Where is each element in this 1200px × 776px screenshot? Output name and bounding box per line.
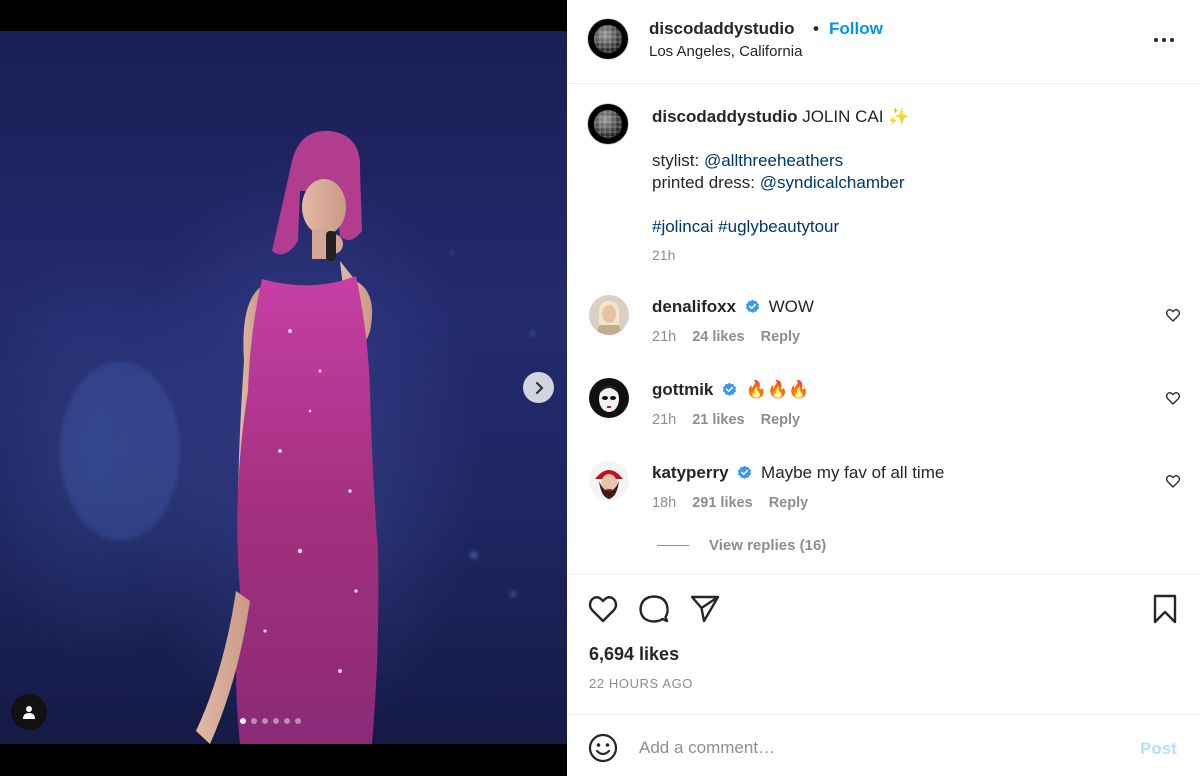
- comments-section[interactable]: discodaddystudio JOLIN CAI ✨ stylist: @a…: [567, 85, 1200, 574]
- post-header: discodaddystudio • Follow Los Angeles, C…: [567, 0, 1200, 84]
- comment-reply-button[interactable]: Reply: [761, 329, 801, 345]
- comment-reply-button[interactable]: Reply: [769, 495, 809, 511]
- comment-item: denalifoxx WOW 21h 24 likes Reply: [567, 295, 1200, 365]
- commenter-avatar[interactable]: [589, 461, 629, 501]
- more-options-button[interactable]: [1153, 30, 1175, 50]
- caption-timestamp[interactable]: 21h: [652, 247, 675, 263]
- smiley-icon: [588, 733, 618, 763]
- bookmark-icon: [1153, 594, 1177, 624]
- caption-title: JOLIN CAI: [802, 107, 884, 126]
- heart-icon: [588, 596, 618, 623]
- like-button[interactable]: [587, 593, 619, 625]
- caption-avatar[interactable]: [587, 103, 629, 145]
- post-details-panel: discodaddystudio • Follow Los Angeles, C…: [567, 0, 1200, 776]
- tagged-users-button[interactable]: [11, 694, 47, 730]
- comment-like-heart-icon[interactable]: [1165, 473, 1181, 489]
- comment-like-heart-icon[interactable]: [1165, 307, 1181, 323]
- comment-likes[interactable]: 21 likes: [692, 412, 744, 428]
- header-separator: •: [813, 19, 819, 38]
- performer-illustration: [196, 130, 379, 744]
- hashtag-uglybeautytour[interactable]: #uglybeautytour: [718, 217, 839, 236]
- comment-input[interactable]: [639, 733, 1119, 763]
- share-button[interactable]: [689, 593, 721, 625]
- post-media: [0, 0, 567, 776]
- dress-label: printed dress:: [652, 173, 755, 192]
- author-username[interactable]: discodaddystudio: [649, 19, 794, 39]
- user-icon: [23, 706, 35, 719]
- comment-username[interactable]: gottmik: [652, 380, 713, 399]
- chevron-right-icon: [535, 381, 543, 394]
- comment-composer: Post: [567, 714, 1200, 776]
- emoji-picker-button[interactable]: [588, 733, 618, 763]
- carousel-indicator: [240, 718, 301, 724]
- comment-text: Maybe my fav of all time: [761, 463, 945, 482]
- follow-button[interactable]: Follow: [829, 19, 883, 39]
- comment-time[interactable]: 18h: [652, 495, 676, 511]
- comment-text: 🔥🔥🔥: [745, 380, 810, 399]
- carousel-next-button[interactable]: [523, 372, 554, 403]
- comment-reply-button[interactable]: Reply: [761, 412, 801, 428]
- carousel-dot: [262, 718, 268, 724]
- paper-plane-icon: [690, 595, 720, 623]
- comment-bubble-icon: [639, 595, 669, 623]
- more-horizontal-icon: [1154, 38, 1174, 42]
- view-replies-button[interactable]: View replies (16): [657, 537, 826, 554]
- post-actions: 6,694 likes 22 HOURS AGO: [567, 574, 1200, 714]
- likes-count[interactable]: 6,694 likes: [589, 644, 679, 665]
- carousel-dot: [284, 718, 290, 724]
- comment-text: WOW: [768, 297, 814, 316]
- hashtag-jolincai[interactable]: #jolincai: [652, 217, 713, 236]
- carousel-dot: [251, 718, 257, 724]
- post-timestamp[interactable]: 22 HOURS AGO: [589, 676, 693, 691]
- dress-mention[interactable]: @syndicalchamber: [760, 173, 905, 192]
- commenter-avatar[interactable]: [589, 295, 629, 335]
- stylist-mention[interactable]: @allthreeheathers: [704, 151, 843, 170]
- save-button[interactable]: [1149, 593, 1181, 625]
- carousel-dot: [295, 718, 301, 724]
- view-replies-label: View replies (16): [709, 537, 827, 554]
- commenter-avatar[interactable]: [589, 378, 629, 418]
- author-avatar[interactable]: [587, 18, 629, 60]
- comment-username[interactable]: denalifoxx: [652, 297, 736, 316]
- comment-username[interactable]: katyperry: [652, 463, 729, 482]
- comment-likes[interactable]: 291 likes: [692, 495, 752, 511]
- post-location[interactable]: Los Angeles, California: [649, 43, 802, 60]
- comment-like-heart-icon[interactable]: [1165, 390, 1181, 406]
- comment-likes[interactable]: 24 likes: [692, 329, 744, 345]
- stylist-label: stylist:: [652, 151, 700, 170]
- carousel-dot: [240, 718, 246, 724]
- post-photo: [0, 31, 567, 744]
- comment-item: katyperry Maybe my fav of all time 18h 2…: [567, 461, 1200, 531]
- carousel-dot: [273, 718, 279, 724]
- comment-button[interactable]: [638, 593, 670, 625]
- comment-item: gottmik 🔥🔥🔥 21h 21 likes Reply: [567, 378, 1200, 448]
- sparkles-emoji: ✨: [888, 107, 910, 126]
- verified-badge-icon: [745, 299, 759, 313]
- verified-badge-icon: [738, 465, 752, 479]
- post-comment-button[interactable]: Post: [1140, 739, 1177, 759]
- comment-time[interactable]: 21h: [652, 412, 676, 428]
- verified-badge-icon: [723, 382, 737, 396]
- caption-username[interactable]: discodaddystudio: [652, 107, 797, 126]
- replies-divider-line: [657, 545, 689, 546]
- comment-time[interactable]: 21h: [652, 329, 676, 345]
